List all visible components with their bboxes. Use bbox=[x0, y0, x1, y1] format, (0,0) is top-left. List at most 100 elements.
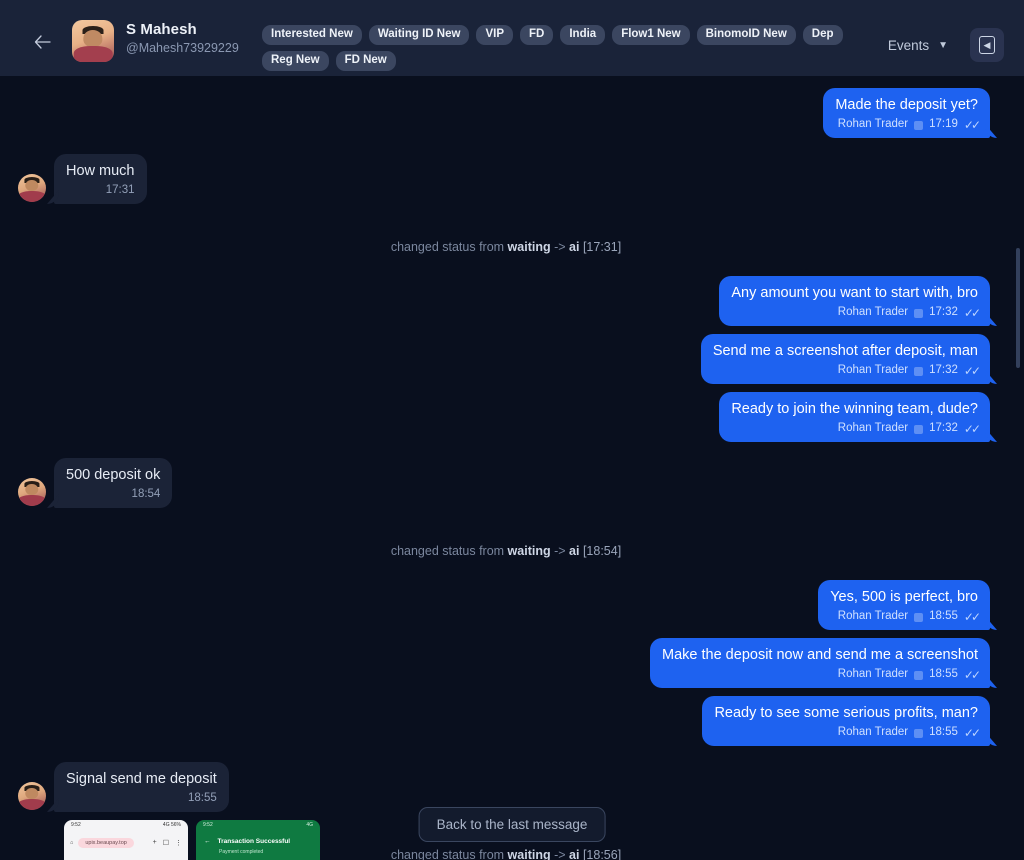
message-time: 17:32 bbox=[929, 364, 958, 376]
message-bubble[interactable]: Signal send me deposit 18:55 bbox=[54, 762, 229, 812]
message-row: How much 17:31 bbox=[18, 154, 994, 204]
message-bubble[interactable]: 500 deposit ok 18:54 bbox=[54, 458, 173, 508]
status-to: ai bbox=[569, 240, 580, 254]
message-group: 500 deposit ok 18:54 bbox=[54, 458, 173, 508]
chevron-down-icon: ▼ bbox=[938, 39, 948, 51]
status-to: ai bbox=[569, 848, 580, 860]
avatar[interactable] bbox=[18, 478, 46, 506]
message-sender: Rohan Trader bbox=[837, 118, 909, 130]
avatar[interactable] bbox=[18, 782, 46, 810]
message-meta: Rohan Trader 17:32 ✓✓ bbox=[731, 421, 981, 436]
thumb-status-bar: 9:52 4G 56% bbox=[64, 822, 188, 829]
tag-list: Interested New Waiting ID New VIP FD India Fl… bbox=[262, 25, 862, 71]
message-time: 18:55 bbox=[929, 668, 958, 680]
tag-pill[interactable]: Reg New bbox=[262, 51, 329, 71]
attachment-thumbnail[interactable]: 9:52 4G 56% ⌂ upix.beaupay.top + ☐ ⋮ bbox=[64, 820, 188, 860]
message-row: Signal send me deposit 18:55 bbox=[18, 762, 994, 812]
message-text: Signal send me deposit bbox=[66, 771, 217, 787]
thumb-time: 9:52 bbox=[203, 822, 213, 828]
status-time: [17:31] bbox=[579, 240, 622, 254]
events-label: Events bbox=[887, 37, 930, 53]
message-time: 18:54 bbox=[131, 488, 161, 500]
message-group: Signal send me deposit 18:55 bbox=[54, 762, 229, 812]
status-change-notice: changed status from waiting -> ai [18:54… bbox=[18, 542, 994, 560]
message-bubble[interactable]: Ready to join the winning team, dude? Roh… bbox=[719, 392, 990, 442]
arrow-left-icon bbox=[34, 35, 51, 49]
avatar-body bbox=[73, 46, 113, 62]
message-group: Any amount you want to start with, bro Ro… bbox=[700, 276, 990, 442]
status-prefix: changed status from bbox=[390, 240, 508, 254]
tag-pill[interactable]: Interested New bbox=[262, 25, 362, 45]
avatar-face bbox=[25, 179, 39, 192]
scrollbar-thumb[interactable] bbox=[1016, 248, 1020, 368]
user-handle: @Mahesh73929229 bbox=[126, 41, 239, 55]
status-prefix: changed status from bbox=[390, 544, 508, 558]
status-change-notice: changed status from waiting -> ai [17:31… bbox=[18, 238, 994, 256]
attachment-thumbnail[interactable]: 9:52 4G ← Transaction Successful Payment… bbox=[196, 820, 320, 860]
bot-badge-icon bbox=[914, 309, 924, 318]
message-bubble[interactable]: How much 17:31 bbox=[54, 154, 147, 204]
tag-pill[interactable]: India bbox=[560, 25, 606, 45]
message-text: Any amount you want to start with, bro bbox=[731, 285, 978, 301]
message-bubble[interactable]: Yes, 500 is perfect, bro Rohan Trader 18:5… bbox=[818, 580, 990, 630]
user-name: S Mahesh bbox=[126, 21, 197, 38]
message-bubble[interactable]: Ready to see some serious profits, man? R… bbox=[702, 696, 990, 746]
chat-header: S Mahesh @Mahesh73929229 Interested New W… bbox=[0, 0, 1024, 76]
back-to-last-message-button[interactable]: Back to the last message bbox=[418, 807, 606, 842]
avatar-face bbox=[25, 483, 39, 496]
back-button[interactable] bbox=[28, 28, 56, 56]
message-bubble[interactable]: Make the deposit now and send me a scree… bbox=[650, 638, 990, 688]
message-sender: Rohan Trader bbox=[837, 422, 909, 434]
message-meta: 18:54 bbox=[66, 487, 161, 502]
message-text: Make the deposit now and send me a scree… bbox=[662, 647, 978, 663]
header-actions: Events ▼ ◀ bbox=[888, 28, 1010, 62]
tag-pill[interactable]: FD bbox=[520, 25, 554, 45]
double-check-icon: ✓✓ bbox=[963, 422, 981, 436]
message-meta: 17:31 bbox=[66, 183, 135, 198]
message-time: 17:31 bbox=[105, 184, 135, 196]
message-text: Send me a screenshot after deposit, man bbox=[712, 343, 978, 359]
tag-pill[interactable]: Waiting ID New bbox=[368, 25, 470, 45]
tag-pill[interactable]: Flow1 New bbox=[612, 25, 690, 45]
message-sender: Rohan Trader bbox=[837, 364, 909, 376]
thumb-status-bar: 9:52 4G bbox=[196, 822, 320, 829]
message-text: Yes, 500 is perfect, bro bbox=[830, 589, 978, 605]
tag-pill[interactable]: Dep bbox=[802, 25, 843, 45]
thumb-title: Transaction Successful bbox=[217, 838, 291, 845]
message-sender: Rohan Trader bbox=[837, 668, 909, 680]
message-group: Yes, 500 is perfect, bro Rohan Trader 18:5… bbox=[650, 580, 990, 746]
collapse-panel-button[interactable]: ◀ bbox=[970, 28, 1004, 62]
avatar[interactable] bbox=[72, 20, 114, 62]
bot-badge-icon bbox=[914, 671, 924, 680]
status-from: waiting bbox=[507, 544, 551, 558]
tag-pill[interactable]: BinomoID New bbox=[696, 25, 796, 45]
avatar[interactable] bbox=[18, 174, 46, 202]
message-meta: Rohan Trader 18:55 ✓✓ bbox=[830, 609, 981, 624]
collapse-panel-icon: ◀ bbox=[979, 36, 995, 54]
tag-pill[interactable]: FD New bbox=[335, 51, 396, 71]
scrollbar[interactable] bbox=[1015, 76, 1021, 860]
message-bubble[interactable]: Send me a screenshot after deposit, man R… bbox=[700, 334, 990, 384]
tag-pill[interactable]: VIP bbox=[476, 25, 513, 45]
message-time: 17:32 bbox=[929, 306, 958, 318]
thumb-url-pill: upix.beaupay.top bbox=[78, 837, 134, 848]
arrow-left-icon: ← bbox=[204, 838, 211, 845]
message-sender: Rohan Trader bbox=[837, 306, 909, 318]
message-list[interactable]: Made the deposit yet? Rohan Trader 17:19 ✓✓… bbox=[0, 76, 1024, 860]
message-bubble[interactable]: Any amount you want to start with, bro Ro… bbox=[719, 276, 990, 326]
status-arrow: -> bbox=[550, 848, 570, 860]
bot-badge-icon bbox=[914, 121, 924, 130]
thumb-subtitle: Payment completed bbox=[219, 849, 264, 855]
message-row: Yes, 500 is perfect, bro Rohan Trader 18:5… bbox=[18, 580, 994, 746]
double-check-icon: ✓✓ bbox=[963, 726, 981, 740]
events-dropdown[interactable]: Events ▼ bbox=[888, 38, 948, 53]
message-meta: Rohan Trader 18:55 ✓✓ bbox=[714, 725, 981, 740]
thumb-signal: 4G 56% bbox=[162, 822, 181, 828]
message-row: Made the deposit yet? Rohan Trader 17:19 ✓✓ bbox=[18, 88, 994, 138]
plus-icon: + bbox=[152, 838, 157, 846]
message-bubble[interactable]: Made the deposit yet? Rohan Trader 17:19 ✓✓ bbox=[823, 88, 990, 138]
avatar-body bbox=[18, 494, 46, 506]
status-from: waiting bbox=[507, 848, 551, 860]
